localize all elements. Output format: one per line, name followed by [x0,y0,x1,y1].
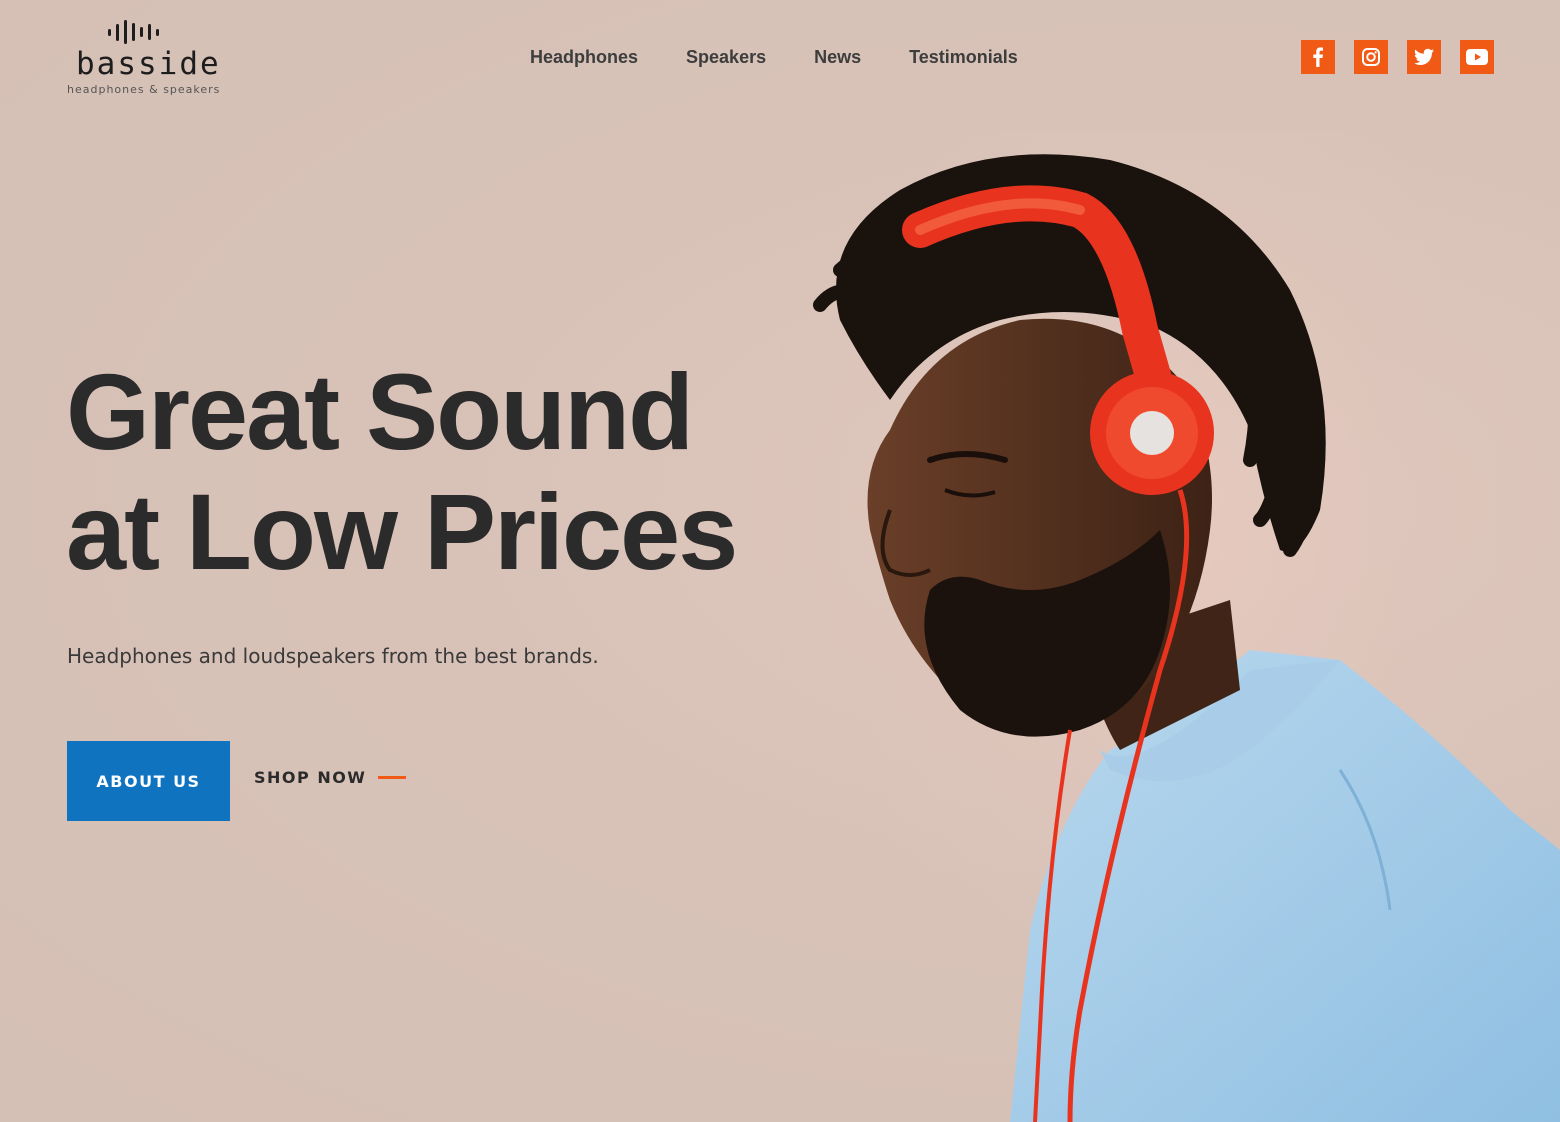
main-nav: Headphones Speakers News Testimonials [530,44,1066,70]
hero-headline: Great Sound at Low Prices [66,351,738,592]
nav-item-news[interactable]: News [814,44,861,70]
facebook-icon [1313,47,1323,67]
hero-image [780,130,1560,1122]
page: basside headphones & speakers Headphones… [0,0,1560,1122]
social-links [1301,40,1494,74]
shop-now-link[interactable]: SHOP NOW [254,768,407,787]
twitter-link[interactable] [1407,40,1441,74]
facebook-link[interactable] [1301,40,1335,74]
hero-subtitle: Headphones and loudspeakers from the bes… [67,644,599,668]
sound-wave-icon [108,20,159,44]
brand-name: basside [76,46,221,82]
youtube-link[interactable] [1460,40,1494,74]
hero-headline-line-1: Great Sound [66,351,694,472]
twitter-icon [1414,48,1434,65]
nav-item-speakers[interactable]: Speakers [686,44,766,70]
about-us-button[interactable]: ABOUT US [67,741,230,821]
brand-tagline: headphones & speakers [67,83,221,96]
youtube-icon [1466,49,1488,65]
instagram-icon [1362,48,1380,66]
nav-item-testimonials[interactable]: Testimonials [909,44,1018,70]
arrow-dash-icon [378,776,407,779]
nav-item-headphones[interactable]: Headphones [530,44,638,70]
shop-now-label: SHOP NOW [254,768,367,787]
instagram-link[interactable] [1354,40,1388,74]
hero-headline-line-2: at Low Prices [66,471,738,592]
brand-logo[interactable]: basside headphones & speakers [66,16,219,98]
